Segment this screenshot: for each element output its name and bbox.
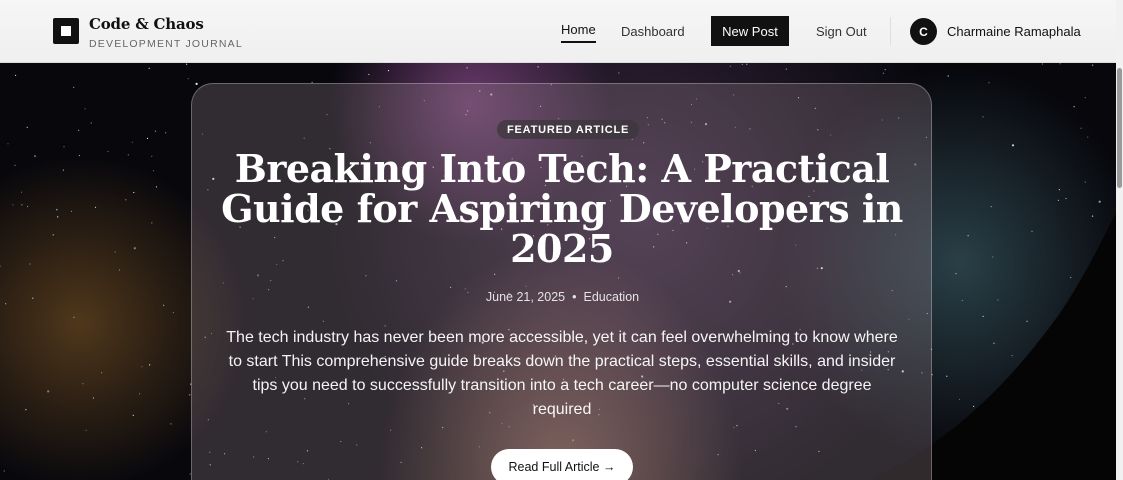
article-category[interactable]: Education — [584, 290, 640, 304]
featured-badge: FEATURED ARTICLE — [497, 120, 640, 139]
meta-separator: • — [572, 290, 577, 304]
nav-dashboard-link[interactable]: Dashboard — [621, 24, 685, 39]
nav-home-link[interactable]: Home — [561, 22, 596, 43]
hero-section: FEATURED ARTICLE Breaking Into Tech: A P… — [0, 63, 1116, 480]
featured-article-card: FEATURED ARTICLE Breaking Into Tech: A P… — [191, 83, 932, 480]
article-date: June 21, 2025 — [485, 290, 566, 304]
square-logo-icon[interactable] — [53, 18, 79, 44]
user-name[interactable]: Charmaine Ramaphala — [947, 24, 1081, 39]
article-title[interactable]: Breaking Into Tech: A Practical Guide fo… — [212, 149, 912, 269]
sign-out-link[interactable]: Sign Out — [816, 24, 867, 39]
article-excerpt: The tech industry has never been more ac… — [226, 329, 898, 418]
article-meta: June 21, 2025 • Education — [192, 290, 933, 304]
scrollbar-thumb[interactable] — [1117, 68, 1122, 188]
page-scrollbar[interactable] — [1116, 0, 1123, 480]
brand-title[interactable]: Code & Chaos — [89, 15, 204, 33]
brand-subtitle: DEVELOPMENT JOURNAL — [89, 38, 243, 50]
avatar[interactable]: C — [910, 18, 937, 45]
nav-divider — [890, 17, 891, 45]
new-post-button[interactable]: New Post — [711, 16, 789, 46]
site-header: Code & Chaos DEVELOPMENT JOURNAL Home Da… — [0, 0, 1116, 63]
read-full-article-button[interactable]: Read Full Article → — [491, 449, 633, 480]
